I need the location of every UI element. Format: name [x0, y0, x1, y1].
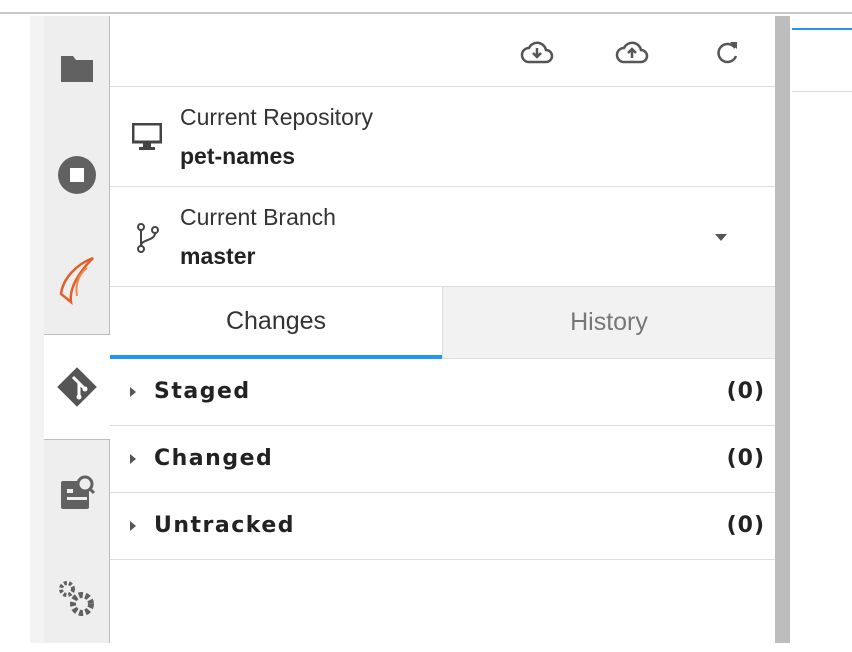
- section-staged[interactable]: Staged (0): [110, 359, 775, 426]
- section-changed[interactable]: Changed (0): [110, 426, 775, 493]
- section-name: Staged: [154, 379, 251, 404]
- cloud-upload-icon[interactable]: [615, 38, 649, 66]
- sidebar-file-browser[interactable]: [44, 16, 109, 122]
- top-bar: [0, 0, 852, 14]
- sidebar-git[interactable]: [44, 334, 110, 440]
- git-toolbar: [110, 16, 775, 87]
- branch-label: Current Branch: [180, 204, 336, 230]
- gears-icon: [58, 581, 94, 616]
- section-name: Untracked: [154, 513, 295, 538]
- activity-sidebar: [44, 16, 110, 643]
- branch-name: master: [180, 243, 256, 269]
- stop-circle-icon: [57, 156, 96, 194]
- caret-right-icon: [130, 454, 136, 464]
- section-count: (0): [726, 446, 765, 471]
- git-icon: [57, 367, 97, 407]
- inspector-icon: [60, 475, 95, 509]
- sidebar-property-inspector[interactable]: [44, 440, 109, 546]
- document-tab[interactable]: [792, 28, 852, 92]
- caret-right-icon: [130, 387, 136, 397]
- current-repository: Current Repository pet-names: [110, 87, 775, 187]
- section-count: (0): [726, 379, 765, 404]
- branch-icon: [137, 223, 159, 253]
- git-tabs: Changes History: [110, 287, 775, 359]
- repository-name: pet-names: [180, 143, 296, 169]
- section-untracked[interactable]: Untracked (0): [110, 493, 775, 560]
- folder-icon: [60, 56, 93, 82]
- monitor-icon: [132, 123, 162, 150]
- sidebar-settings[interactable]: [44, 546, 109, 652]
- main-area: [790, 16, 852, 643]
- section-name: Changed: [154, 446, 274, 471]
- sidebar-extension[interactable]: [44, 228, 109, 334]
- sidebar-running[interactable]: [44, 122, 109, 228]
- caret-down-icon[interactable]: [715, 234, 727, 241]
- section-count: (0): [726, 513, 765, 538]
- tab-changes[interactable]: Changes: [110, 287, 442, 359]
- flame-logo-icon: [59, 256, 94, 305]
- current-branch[interactable]: Current Branch master: [110, 187, 775, 287]
- tab-history[interactable]: History: [442, 287, 775, 359]
- panel-resize-handle[interactable]: [775, 16, 790, 643]
- repository-label: Current Repository: [180, 104, 374, 130]
- refresh-icon[interactable]: [716, 38, 740, 66]
- git-panel: Current Repository pet-names Current Bra…: [110, 16, 775, 643]
- cloud-download-icon[interactable]: [520, 38, 554, 66]
- caret-right-icon: [130, 521, 136, 531]
- left-gutter: [30, 16, 44, 643]
